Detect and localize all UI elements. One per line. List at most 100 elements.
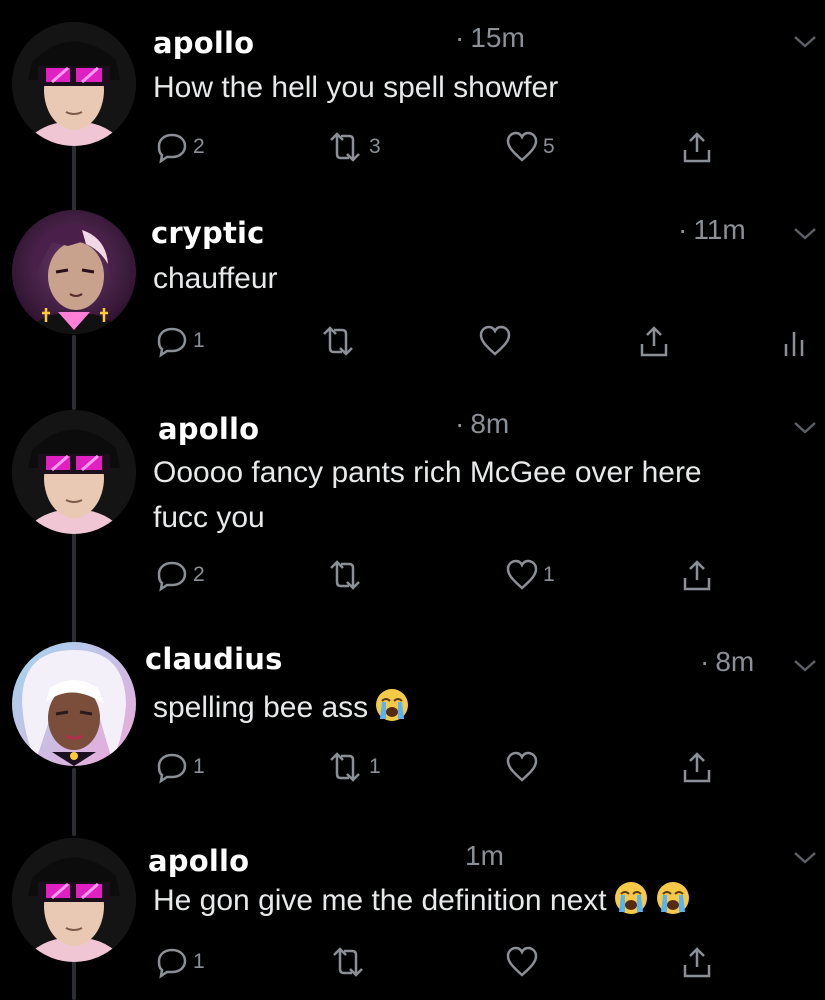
loudly-crying-face-emoji [656,882,689,915]
share-button[interactable] [680,558,714,594]
chevron-down-icon[interactable] [792,226,818,242]
share-button[interactable] [680,945,714,981]
action-bar: 2 3 5 [0,130,825,170]
heart-icon [506,131,538,162]
avatar-image [12,642,136,766]
retweet-count: 1 [369,755,381,778]
timestamp-value: 15m [470,22,525,53]
retweet-button[interactable]: 3 [325,130,381,164]
tweet[interactable]: apollo 1m He gon give me the definition … [0,830,825,1000]
like-count: 5 [543,135,555,158]
retweet-count: 3 [369,135,381,158]
avatar-image [12,838,136,962]
retweet-icon [333,947,363,977]
timestamp-value: 1m [465,840,504,871]
avatar-cryptic[interactable] [12,210,136,334]
heart-icon [506,946,538,977]
timestamp-value: 8m [715,646,755,677]
avatar-image [12,210,136,334]
like-button[interactable]: 5 [505,130,555,164]
timestamp[interactable]: · 8m [455,408,509,440]
avatar-claudius[interactable] [12,642,136,766]
tweet-text: spelling bee ass [153,685,410,731]
reply-count: 1 [193,329,205,352]
display-name[interactable]: claudius [145,642,283,676]
reply-button[interactable]: 2 [155,558,205,592]
retweet-icon [323,326,353,356]
retweet-button[interactable] [318,324,362,358]
loudly-crying-face-emoji [376,689,409,722]
display-name[interactable]: apollo [148,844,249,878]
timestamp[interactable]: 1m [465,840,504,872]
display-name[interactable]: apollo [158,412,259,446]
tweet[interactable]: apollo · 15m How the hell you spell showf… [0,0,825,200]
tweet-text: chauffeur [153,262,278,295]
reply-button[interactable]: 1 [155,324,205,358]
loudly-crying-face-emoji [614,882,647,915]
share-button[interactable] [680,130,714,166]
retweet-icon [330,132,360,162]
timestamp-value: 11m [693,214,746,245]
avatar-apollo[interactable] [12,22,136,146]
heart-icon [506,751,538,782]
tweet[interactable]: claudius · 8m spelling bee ass 1 1 [0,630,825,830]
reply-icon [157,561,187,592]
share-icon [683,560,711,591]
action-bar: 1 1 [0,750,825,790]
like-button[interactable]: 1 [505,558,555,592]
reply-icon [157,948,187,979]
retweet-icon [330,560,360,590]
reply-button[interactable]: 2 [155,130,205,164]
avatar-apollo[interactable] [12,410,136,534]
action-bar: 2 1 [0,558,825,598]
action-bar: 1 [0,945,825,985]
like-button[interactable] [505,750,543,784]
reply-button[interactable]: 1 [155,945,205,979]
retweet-button[interactable] [328,945,372,979]
avatar-image [12,410,136,534]
reply-icon [157,133,187,164]
tweet-text-line-2: fucc you [153,501,265,534]
share-button[interactable] [680,750,714,786]
timestamp[interactable]: · 8m [700,646,754,678]
tweet-text-content: He gon give me the definition next [153,884,607,917]
tweet[interactable]: apollo · 8m Ooooo fancy pants rich McGee … [0,400,825,630]
timestamp[interactable]: · 15m [455,22,525,54]
reply-count: 1 [193,755,205,778]
display-name[interactable]: cryptic [151,216,265,250]
like-button[interactable] [505,945,543,979]
heart-icon [506,559,538,590]
chevron-down-icon[interactable] [792,34,818,50]
tweet-text-content: spelling bee ass [153,691,369,724]
tweet-text: How the hell you spell showfer [153,71,559,104]
reply-count: 1 [193,950,205,973]
display-name[interactable]: apollo [153,26,254,60]
like-button[interactable] [478,324,516,358]
retweet-icon [330,752,360,782]
reply-count: 2 [193,135,205,158]
avatar-image [12,22,136,146]
like-count: 1 [543,563,555,586]
timestamp[interactable]: · 11m [678,214,746,246]
reply-count: 2 [193,563,205,586]
reply-button[interactable]: 1 [155,750,205,784]
tweet-text: He gon give me the definition next [153,878,691,924]
reply-icon [157,753,187,784]
chevron-down-icon[interactable] [792,658,818,674]
retweet-button[interactable]: 1 [325,750,381,784]
analytics-button[interactable] [782,326,806,358]
share-icon [683,752,711,783]
timestamp-value: 8m [470,408,510,439]
avatar-apollo[interactable] [12,838,136,962]
heart-icon [479,325,511,356]
share-icon [683,947,711,978]
tweet[interactable]: cryptic · 11m chauffeur 1 [0,200,825,400]
reply-icon [157,327,187,358]
share-icon [640,326,668,357]
share-button[interactable] [637,324,671,360]
tweet-text: Ooooo fancy pants rich McGee over here [153,456,702,489]
action-bar: 1 [0,324,825,364]
chevron-down-icon[interactable] [792,420,818,436]
retweet-button[interactable] [325,558,369,592]
chevron-down-icon[interactable] [792,850,818,866]
